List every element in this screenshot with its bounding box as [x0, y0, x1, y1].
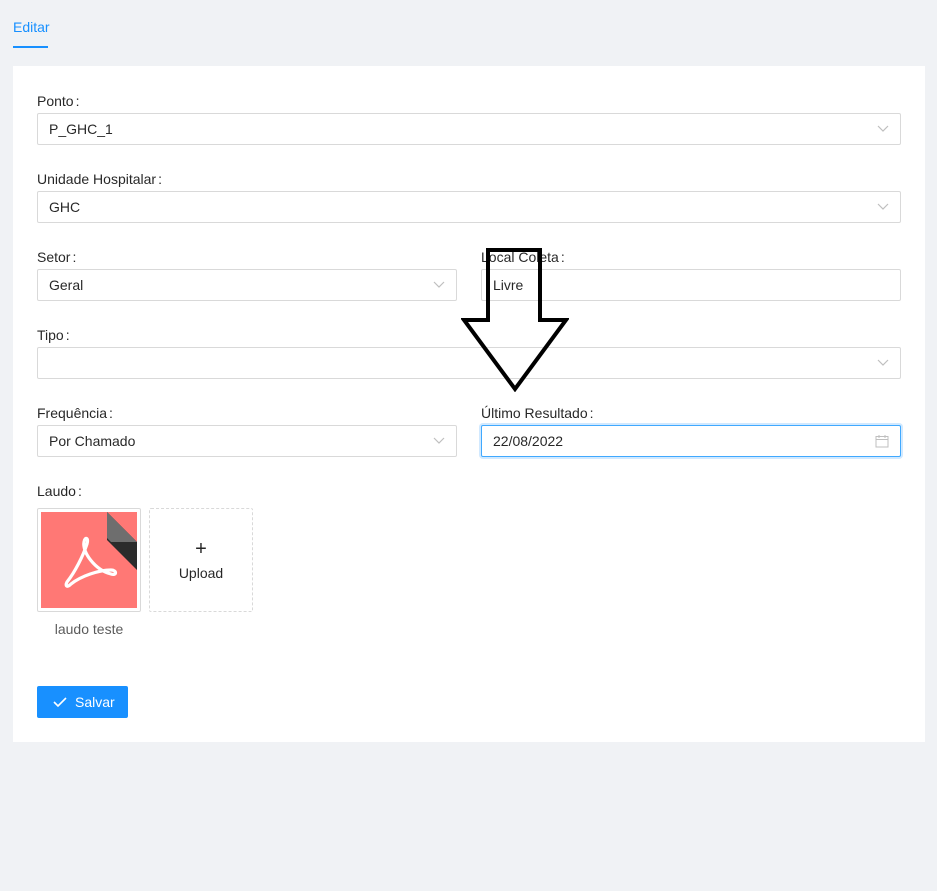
- setor-label-colon: :: [72, 249, 77, 265]
- unidade-select[interactable]: GHC: [37, 191, 901, 223]
- unidade-label-colon: :: [158, 171, 162, 187]
- tipo-label-text: Tipo: [37, 327, 64, 343]
- unidade-label: Unidade Hospitalar:: [37, 171, 162, 187]
- tab-ink-bar: [13, 46, 48, 48]
- chevron-down-icon: [877, 203, 889, 210]
- frequencia-label: Frequência:: [37, 405, 113, 421]
- ultimo-resultado-label: Último Resultado:: [481, 405, 594, 421]
- unidade-value: GHC: [49, 199, 81, 215]
- setor-label: Setor:: [37, 249, 76, 265]
- laudo-file-name[interactable]: laudo teste: [37, 621, 141, 637]
- pdf-icon: [41, 512, 137, 608]
- laudo-label-colon: :: [77, 483, 82, 499]
- frequencia-select[interactable]: Por Chamado: [37, 425, 457, 457]
- setor-select[interactable]: Geral: [37, 269, 457, 301]
- unidade-label-text: Unidade Hospitalar: [37, 171, 157, 187]
- ultimo-resultado-datepicker[interactable]: 22/08/2022: [481, 425, 901, 457]
- setor-label-text: Setor: [37, 249, 71, 265]
- upload-label: Upload: [178, 565, 224, 581]
- tipo-label: Tipo:: [37, 327, 70, 343]
- tipo-label-colon: :: [65, 327, 70, 343]
- plus-icon: +: [195, 538, 207, 560]
- upload-button[interactable]: + Upload: [149, 508, 253, 612]
- chevron-down-icon: [877, 359, 889, 366]
- chevron-down-icon: [433, 281, 445, 288]
- frequencia-value: Por Chamado: [49, 433, 136, 449]
- save-button[interactable]: Salvar: [37, 686, 128, 718]
- chevron-down-icon: [877, 125, 889, 132]
- tab-editar[interactable]: Editar: [13, 19, 50, 35]
- ponto-label-text: Ponto: [37, 93, 74, 109]
- ponto-label-colon: :: [75, 93, 80, 109]
- edit-form-card: Ponto: P_GHC_1 Unidade Hospitalar: GHC S…: [13, 66, 925, 742]
- laudo-label: Laudo:: [37, 483, 82, 499]
- calendar-icon[interactable]: [875, 434, 889, 448]
- ponto-label: Ponto:: [37, 93, 79, 109]
- ponto-value: P_GHC_1: [49, 121, 113, 137]
- laudo-file-thumbnail[interactable]: [37, 508, 141, 612]
- down-arrow-annotation: [461, 248, 569, 392]
- frequencia-label-colon: :: [109, 405, 113, 421]
- chevron-down-icon: [433, 437, 445, 444]
- frequencia-label-text: Frequência: [37, 405, 108, 421]
- ultimo-resultado-label-text: Último Resultado: [481, 405, 588, 421]
- ultimo-resultado-label-colon: :: [589, 405, 594, 421]
- setor-value: Geral: [49, 277, 84, 293]
- laudo-label-text: Laudo: [37, 483, 76, 499]
- check-icon: [53, 697, 67, 708]
- ponto-select[interactable]: P_GHC_1: [37, 113, 901, 145]
- ultimo-resultado-value: 22/08/2022: [493, 433, 564, 449]
- save-button-label: Salvar: [75, 694, 115, 710]
